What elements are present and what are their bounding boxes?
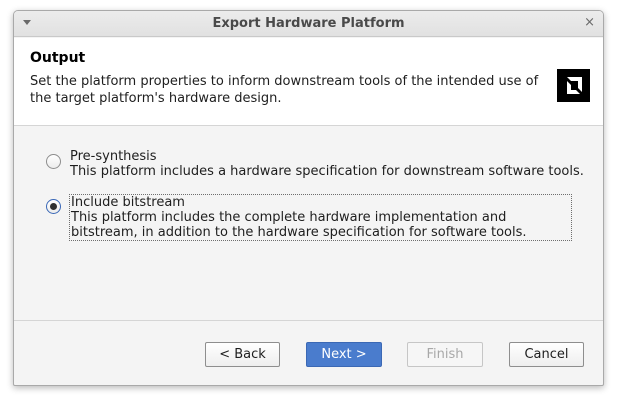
option-label: Pre-synthesis — [70, 149, 157, 164]
header-panel: Output Set the platform properties to in… — [14, 38, 603, 126]
option-description: This platform includes the complete hard… — [71, 210, 527, 240]
next-button[interactable]: Next > — [306, 342, 382, 367]
option-pre-synthesis[interactable]: Pre-synthesis This platform includes a h… — [46, 149, 585, 179]
page-description: Set the platform properties to inform do… — [30, 74, 539, 106]
options-area: Pre-synthesis This platform includes a h… — [14, 127, 603, 319]
option-text: Pre-synthesis This platform includes a h… — [69, 149, 585, 179]
page-title: Output — [30, 50, 86, 66]
button-bar-divider — [14, 320, 603, 321]
back-button[interactable]: < Back — [205, 342, 280, 367]
window-title: Export Hardware Platform — [212, 16, 405, 31]
finish-button[interactable]: Finish — [407, 342, 483, 367]
close-icon[interactable]: × — [584, 15, 595, 31]
cancel-button[interactable]: Cancel — [509, 342, 584, 367]
option-text: Include bitstream This platform includes… — [69, 194, 572, 241]
pre-synthesis-radio[interactable] — [46, 154, 61, 169]
option-include-bitstream[interactable]: Include bitstream This platform includes… — [46, 194, 572, 241]
include-bitstream-radio[interactable] — [46, 199, 61, 214]
amd-logo-icon — [557, 69, 590, 102]
title-bar: Export Hardware Platform × — [14, 11, 603, 37]
export-hardware-platform-dialog: Export Hardware Platform × Output Set th… — [13, 10, 604, 386]
option-label: Include bitstream — [71, 195, 185, 210]
option-description: This platform includes a hardware specif… — [70, 164, 584, 179]
